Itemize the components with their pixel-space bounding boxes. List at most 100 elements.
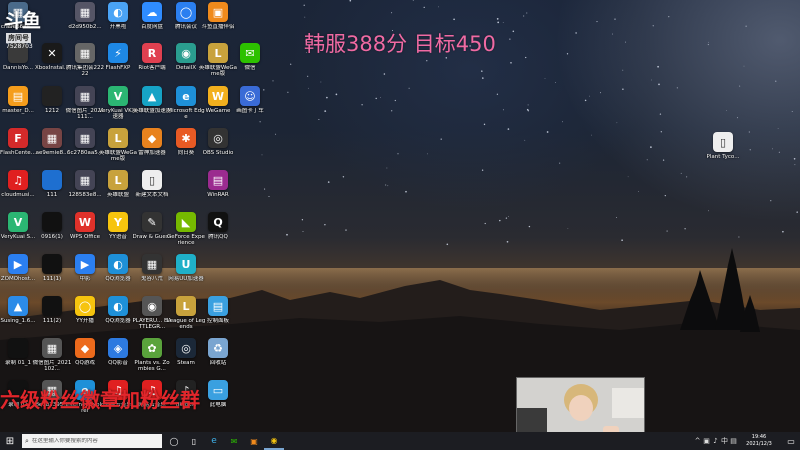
- app-icon: [42, 170, 62, 190]
- desktop-icon[interactable]: W WeGame: [200, 86, 236, 126]
- desktop-icon[interactable]: ▭ 此电脑: [200, 380, 236, 420]
- desktop-icon[interactable]: ▶ 中影: [67, 254, 103, 294]
- desktop-icon[interactable]: 0916(1): [34, 212, 70, 252]
- desktop: Dannis ▦ d2d950b2... ◐ 开黑啦 ☁ 百度网盘 ◯ 腾讯会议 ▣ 斗鱼直播伴侣 D…: [0, 0, 800, 432]
- desktop-icon[interactable]: V VeryKuai VK加速器: [99, 86, 137, 126]
- desktop-icon[interactable]: ◉ DetailX: [168, 43, 204, 83]
- desktop-icon[interactable]: Y YY语音: [100, 212, 136, 252]
- desktop-icon-label: OBS Studio: [202, 150, 234, 156]
- app-icon: ▦: [75, 86, 95, 106]
- desktop-icon[interactable]: ▦ 6c2780aa5...: [67, 128, 103, 168]
- desktop-icon[interactable]: V VeryKuai S...: [0, 212, 36, 252]
- pinned-obs[interactable]: ◉: [264, 432, 284, 450]
- app-icon: ⚡: [108, 43, 128, 63]
- app-icon: ◉: [142, 296, 162, 316]
- pinned-edge[interactable]: e: [204, 432, 224, 450]
- app-icon: ◈: [108, 338, 128, 358]
- desktop-icon[interactable]: ✿ Plants vs. Zombies G...: [134, 338, 170, 378]
- app-icon: ▤: [8, 86, 28, 106]
- desktop-icon-label: 微信: [244, 65, 256, 71]
- app-icon: W: [75, 212, 95, 232]
- desktop-icon[interactable]: ▲ Susing_1.6...: [0, 296, 36, 336]
- desktop-icon[interactable]: L 英雄联盟WeGame版: [99, 128, 137, 168]
- desktop-icon[interactable]: L 英雄联盟: [100, 170, 136, 210]
- search-input[interactable]: [31, 438, 152, 444]
- app-icon: [8, 338, 28, 358]
- desktop-icon[interactable]: ◆ QQ游戏: [67, 338, 103, 378]
- desktop-icon[interactable]: ♻ 回收站: [200, 338, 236, 378]
- desktop-icon[interactable]: ◎ OBS Studio: [200, 128, 236, 168]
- desktop-icon[interactable]: ◣ GeForce Experience: [167, 212, 205, 252]
- desktop-icon[interactable]: ▦ d2d950b2...: [67, 2, 103, 42]
- desktop-icon[interactable]: ▦ ae9emie8...: [34, 128, 70, 168]
- desktop-icon[interactable]: 111(1): [34, 254, 70, 294]
- desktop-icon[interactable]: ◯ YY开播: [67, 296, 103, 336]
- desktop-icon[interactable]: ▤ 控制面板: [200, 296, 236, 336]
- desktop-icon[interactable]: ▦ 鬼谷八荒: [134, 254, 170, 294]
- desktop-icon[interactable]: ▦ 128583e8...: [67, 170, 103, 210]
- desktop-icon[interactable]: ▯ Plant Tyco...: [705, 132, 741, 172]
- desktop-icon[interactable]: 111: [34, 170, 70, 210]
- task-view-icon: ◯: [169, 436, 179, 446]
- app-icon: ◯: [75, 296, 95, 316]
- desktop-icon[interactable]: ☺ 画图卡丁车: [232, 86, 268, 126]
- keyboard-icon[interactable]: ▤: [729, 435, 738, 447]
- desktop-icon[interactable]: L League of Legends: [167, 296, 205, 336]
- pinned-notepad[interactable]: ▯: [184, 432, 204, 450]
- desktop-icon[interactable]: ✱ 向日葵: [168, 128, 204, 168]
- desktop-icon[interactable]: ▤ master_D...: [0, 86, 36, 126]
- tray-expand-icon[interactable]: ^: [693, 435, 702, 447]
- taskbar-search[interactable]: ⌕: [22, 434, 162, 448]
- app-icon: ◐: [108, 2, 128, 22]
- app-icon: ▦: [75, 170, 95, 190]
- volume-icon[interactable]: ♪: [711, 435, 720, 447]
- desktop-icon[interactable]: F FlashCente...: [0, 128, 36, 168]
- desktop-icon[interactable]: ✎ Draw & Guess: [132, 212, 172, 252]
- desktop-icon[interactable]: ◯ 腾讯会议: [168, 2, 204, 42]
- desktop-icon[interactable]: ◎ Steam: [168, 338, 204, 378]
- desktop-icon[interactable]: ▦ 腾讯集团会22222: [66, 43, 104, 83]
- start-button[interactable]: ⊞: [0, 432, 20, 450]
- taskbar-clock[interactable]: 19:46 2021/12/3: [742, 434, 776, 447]
- desktop-icon[interactable]: 录制 01_1: [0, 338, 36, 378]
- desktop-icon[interactable]: R Riot客户端: [134, 43, 170, 83]
- desktop-icon[interactable]: ▦ 微信图片_2021102...: [33, 338, 71, 378]
- desktop-icon[interactable]: ♫ cloudmusi...: [0, 170, 36, 210]
- desktop-icon[interactable]: ◐ 开黑啦: [100, 2, 136, 42]
- desktop-icon[interactable]: ◈ QQ影音: [100, 338, 136, 378]
- app-icon: ◎: [208, 128, 228, 148]
- input-method-icon[interactable]: 中: [720, 435, 729, 447]
- fan-group-banner: 六级粉丝徽章加粉丝群: [0, 388, 200, 412]
- task-view-button[interactable]: ◯: [164, 432, 184, 450]
- desktop-icon[interactable]: L 英雄联盟WeGame版: [199, 43, 237, 83]
- desktop-icon[interactable]: W WPS Office: [67, 212, 103, 252]
- desktop-icon[interactable]: ◐ QQ浏览器: [100, 296, 136, 336]
- desktop-icon[interactable]: ▲ 英雄联盟加速器: [133, 86, 171, 126]
- desktop-icon[interactable]: ▶ ZOMOhost...: [0, 254, 36, 294]
- desktop-icon[interactable]: ✉ 微信: [232, 43, 268, 83]
- desktop-icon[interactable]: U 网易UU加速器: [168, 254, 204, 294]
- pinned-douyu[interactable]: ▣: [244, 432, 264, 450]
- douyu-logo-mark: 斗鱼: [4, 10, 41, 32]
- desktop-icon[interactable]: 111(2): [34, 296, 70, 336]
- app-icon: L: [108, 128, 128, 148]
- desktop-icon[interactable]: ▣ 斗鱼直播伴侣: [200, 2, 236, 42]
- pinned-wechat[interactable]: ✉: [224, 432, 244, 450]
- notification-button[interactable]: ▭: [782, 432, 800, 450]
- app-icon: [42, 254, 62, 274]
- search-icon: ⌕: [25, 436, 29, 445]
- desktop-icon[interactable]: ◐ QQ浏览器: [100, 254, 136, 294]
- desktop-icon[interactable]: ⚡ FlashFXP: [100, 43, 136, 83]
- desktop-icon[interactable]: ☁ 百度网盘: [134, 2, 170, 42]
- desktop-icon[interactable]: ▦ 微信图片_2021111...: [66, 86, 104, 126]
- desktop-icon[interactable]: ◉ PLAYERU... BATTLEGR...: [132, 296, 172, 336]
- desktop-icon[interactable]: 1212: [34, 86, 70, 126]
- network-icon[interactable]: ▣: [702, 435, 711, 447]
- desktop-icon[interactable]: ▤ WinRAR: [200, 170, 236, 210]
- desktop-icon-label: WinRAR: [207, 192, 229, 198]
- desktop-icon[interactable]: ▯ 新建文本文档: [134, 170, 170, 210]
- desktop-icon[interactable]: ◆ 雷神加速器: [134, 128, 170, 168]
- desktop-icon[interactable]: Q 腾讯QQ: [200, 212, 236, 252]
- desktop-icon[interactable]: e Microsoft Edge: [167, 86, 205, 126]
- app-icon: ▦: [42, 128, 62, 148]
